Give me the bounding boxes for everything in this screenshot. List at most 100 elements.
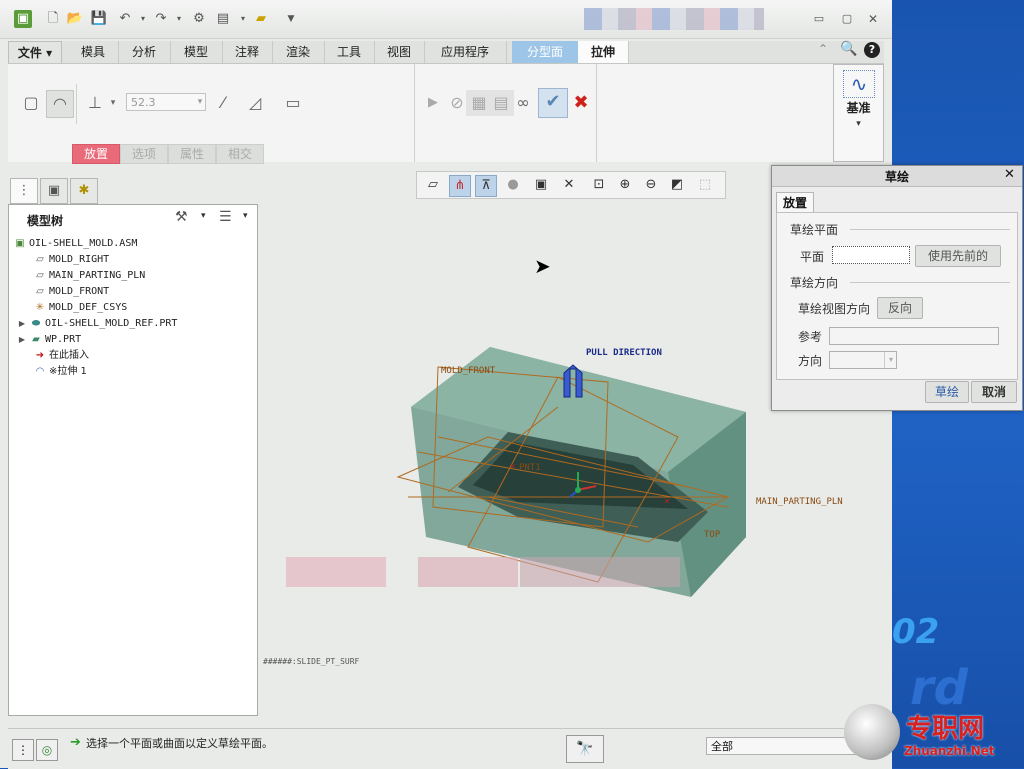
- show-navigator-icon[interactable]: ⋮: [12, 739, 34, 761]
- open-icon[interactable]: 📂: [66, 10, 84, 28]
- dialog-tab-placement[interactable]: 放置: [776, 192, 814, 213]
- named-views-icon[interactable]: ⬚: [695, 175, 715, 195]
- new-icon[interactable]: 🗋: [44, 10, 62, 28]
- blurred-strip-right: [520, 557, 680, 587]
- appearance-icon[interactable]: ●: [503, 175, 523, 195]
- dialog-titlebar[interactable]: 草绘 ✕: [772, 166, 1022, 187]
- subtab-intersect[interactable]: 相交: [216, 144, 264, 164]
- cancel-button[interactable]: 取消: [971, 381, 1017, 403]
- undo-icon[interactable]: ↶: [116, 10, 134, 28]
- expand-arrow-icon[interactable]: ▶: [17, 333, 27, 347]
- spin-center-icon[interactable]: ✕: [559, 175, 579, 195]
- repaint-icon[interactable]: ▣: [531, 175, 551, 195]
- creo-window: ▣ 🗋 📂 💾 ↶ ▾ ↷ ▾ ⚙ ▤ ▾ ▰ ▼ ▭ ▢ ✕ 文件 ▾ 模具 …: [0, 0, 892, 769]
- tab-tools[interactable]: 工具: [324, 41, 375, 63]
- customize-icon[interactable]: ▼: [282, 10, 300, 28]
- slide-surf-label: ######:SLIDE_PT_SURF: [263, 657, 360, 666]
- tree-item[interactable]: ▶ ▰ WP.PRT: [17, 333, 81, 347]
- cancel-x-icon[interactable]: ✖: [568, 90, 594, 116]
- verify-glasses-icon[interactable]: ∞: [510, 90, 536, 116]
- folder-icon[interactable]: ▰: [252, 10, 270, 28]
- ok-check-icon[interactable]: ✔: [538, 88, 568, 118]
- tab-annotate[interactable]: 注释: [222, 41, 273, 63]
- model-tree-panel: 模型树 ⚒ ▾ ☰ ▾ ▣ OIL-SHELL_MOLD.ASM ▱ MOLD_RI…: [8, 204, 258, 716]
- thicken-icon[interactable]: ▭: [280, 90, 306, 116]
- save-icon[interactable]: 💾: [90, 10, 108, 28]
- orientation-dropdown-icon: ▾: [884, 352, 897, 368]
- zoom-out-icon[interactable]: ⊖: [641, 175, 661, 195]
- search-icon[interactable]: 🔍: [840, 41, 857, 57]
- flip-button[interactable]: 反向: [877, 297, 923, 319]
- help-icon[interactable]: ?: [864, 42, 880, 58]
- depth-option-icon[interactable]: ⊥: [82, 90, 108, 116]
- redo-icon[interactable]: ↷: [152, 10, 170, 28]
- subtab-placement[interactable]: 放置: [72, 144, 120, 164]
- selection-filter[interactable]: 全部: [706, 737, 856, 755]
- play-icon[interactable]: ▶: [420, 90, 446, 116]
- dialog-close-icon[interactable]: ✕: [1004, 167, 1015, 182]
- tab-view[interactable]: 视图: [374, 41, 425, 63]
- tree-settings-icon[interactable]: ⚒: [175, 209, 188, 225]
- tab-applications[interactable]: 应用程序: [424, 41, 507, 63]
- undo-dropdown-icon[interactable]: ▾: [134, 10, 152, 28]
- tree-item[interactable]: ▱ MOLD_FRONT: [33, 285, 109, 299]
- tree-item[interactable]: ✳ MOLD_DEF_CSYS: [33, 301, 127, 315]
- regenerate-icon[interactable]: ⚙: [190, 10, 208, 28]
- minimize-icon[interactable]: ▭: [810, 10, 828, 28]
- tree-show-dropdown-icon[interactable]: ▾: [243, 211, 248, 221]
- model-tree-tab-icon[interactable]: ⋮: [10, 178, 38, 204]
- tree-item[interactable]: ◠ ※拉伸 1: [33, 365, 87, 379]
- close-window-icon[interactable]: ✕: [864, 10, 882, 28]
- tab-render[interactable]: 渲染: [272, 41, 325, 63]
- tab-mold[interactable]: 模具: [68, 41, 119, 63]
- tree-show-icon[interactable]: ☰: [219, 209, 232, 225]
- tree-item[interactable]: ▱ MOLD_RIGHT: [33, 253, 109, 267]
- tree-item[interactable]: ▶ ⬬ OIL-SHELL_MOLD_REF.PRT: [17, 317, 178, 331]
- datum-display-icon[interactable]: ⋔: [449, 175, 471, 197]
- watermark-url: Zhuanzhi.Net: [904, 744, 995, 758]
- depth-option-dropdown-icon[interactable]: ▾: [106, 90, 120, 116]
- tab-parting-surface[interactable]: 分型面: [512, 41, 579, 63]
- tree-settings-dropdown-icon[interactable]: ▾: [201, 211, 206, 221]
- plane-display-icon[interactable]: ⊼: [475, 175, 497, 197]
- flip-direction-icon[interactable]: ⁄: [210, 90, 236, 116]
- mouse-cursor-icon: ➤: [534, 254, 551, 278]
- folder-browser-tab-icon[interactable]: ▣: [40, 178, 68, 204]
- tree-item[interactable]: ➜ 在此插入: [33, 349, 89, 363]
- reference-field[interactable]: [829, 327, 999, 345]
- tree-item[interactable]: ▱ MAIN_PARTING_PLN: [33, 269, 145, 283]
- tab-analysis[interactable]: 分析: [118, 41, 171, 63]
- maximize-icon[interactable]: ▢: [838, 10, 856, 28]
- main-parting-label: MAIN_PARTING_PLN: [756, 497, 843, 507]
- remove-material-icon[interactable]: ◿: [242, 90, 268, 116]
- tree-item[interactable]: ▣ OIL-SHELL_MOLD.ASM: [13, 237, 137, 251]
- csys-icon: ✳: [35, 302, 45, 313]
- zoom-in-icon[interactable]: ⊕: [615, 175, 635, 195]
- subtab-properties[interactable]: 属性: [168, 144, 216, 164]
- surface-icon[interactable]: ◠: [46, 90, 74, 118]
- depth-dropdown-icon[interactable]: ▾: [194, 93, 206, 111]
- orientation-select[interactable]: ▾: [829, 351, 897, 369]
- show-browser-icon[interactable]: ◎: [36, 739, 58, 761]
- display-style-icon[interactable]: ◩: [667, 175, 687, 195]
- windows-icon[interactable]: ▤: [214, 10, 232, 28]
- sketch-button[interactable]: 草绘: [925, 381, 969, 403]
- zoom-fit-icon[interactable]: ⊡: [589, 175, 609, 195]
- expand-arrow-icon[interactable]: ▶: [17, 317, 27, 331]
- solid-icon[interactable]: ▢: [18, 90, 44, 116]
- use-previous-button[interactable]: 使用先前的: [915, 245, 1001, 267]
- subtab-options[interactable]: 选项: [120, 144, 168, 164]
- find-icon[interactable]: 🔭: [566, 735, 604, 763]
- tab-extrude[interactable]: 拉伸: [578, 41, 629, 63]
- redo-dropdown-icon[interactable]: ▾: [170, 10, 188, 28]
- windows-dropdown-icon[interactable]: ▾: [234, 10, 252, 28]
- section-sketch-plane: 草绘平面: [790, 223, 839, 237]
- tab-model[interactable]: 模型: [170, 41, 223, 63]
- app-icon[interactable]: ▣: [14, 10, 32, 28]
- saved-orientations-icon[interactable]: ▱: [423, 175, 443, 195]
- datum-group[interactable]: ∿ 基准 ▾: [833, 64, 884, 162]
- plane-selector[interactable]: [832, 246, 910, 264]
- collapse-ribbon-icon[interactable]: ⌃: [818, 42, 828, 56]
- tab-file[interactable]: 文件 ▾: [8, 41, 62, 65]
- favorites-tab-icon[interactable]: ✱: [70, 178, 98, 204]
